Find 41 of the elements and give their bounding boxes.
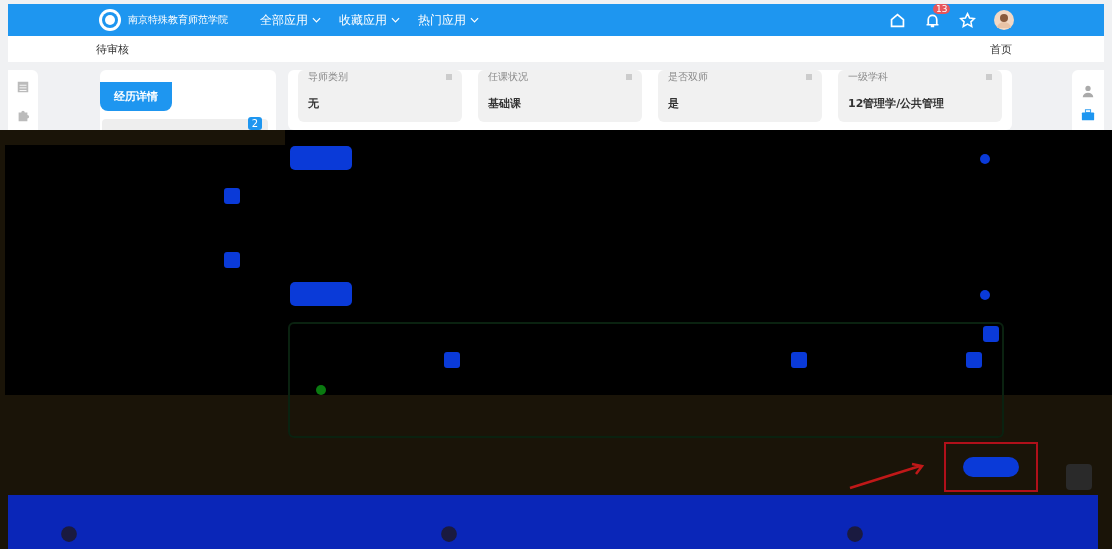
submit-button[interactable] — [963, 457, 1019, 477]
dot-icon — [980, 290, 990, 300]
field-value: 12管理学/公共管理 — [848, 96, 946, 111]
avatar-icon[interactable] — [994, 10, 1014, 30]
notification-badge: 13 — [933, 3, 951, 14]
nav-menu[interactable]: 全部应用 — [260, 11, 321, 29]
caret-icon — [391, 17, 400, 23]
dot-icon — [980, 154, 990, 164]
edit-icon[interactable] — [224, 252, 240, 268]
home-icon[interactable] — [889, 11, 906, 29]
count-badge: 2 — [247, 117, 262, 130]
home-link[interactable]: 首页 — [990, 41, 1012, 57]
edit-icon[interactable] — [983, 326, 999, 342]
scroll-top-button[interactable] — [1066, 464, 1092, 490]
school-logo-icon — [98, 8, 122, 32]
field-value: 无 — [308, 96, 320, 111]
edit-icon[interactable] — [224, 188, 240, 204]
field-label: 任课状况 — [488, 70, 528, 84]
puzzle-icon[interactable] — [16, 108, 30, 122]
caret-icon — [312, 17, 321, 23]
page-title: 待审核 — [96, 41, 129, 57]
nav-menu[interactable]: 热门应用 — [418, 11, 479, 29]
user-icon[interactable] — [1081, 84, 1095, 98]
edit-icon[interactable] — [966, 352, 982, 368]
nav-menu[interactable]: 收藏应用 — [339, 11, 400, 29]
field-label: 是否双师 — [668, 70, 708, 84]
detail-tab[interactable]: 经历详情 — [100, 82, 172, 111]
star-icon[interactable] — [959, 11, 976, 29]
caret-icon — [470, 17, 479, 23]
dim-button[interactable] — [290, 282, 352, 306]
field-label: 一级学科 — [848, 70, 888, 84]
dim-button[interactable] — [290, 146, 352, 170]
edit-icon[interactable] — [444, 352, 460, 368]
briefcase-icon[interactable] — [1081, 108, 1095, 122]
edit-icon[interactable] — [791, 352, 807, 368]
school-name: 南京特殊教育师范学院 — [128, 13, 228, 27]
list-icon[interactable] — [16, 80, 30, 94]
dot-icon — [316, 385, 326, 395]
field-value: 是 — [668, 96, 680, 111]
field-value: 基础课 — [488, 96, 522, 111]
field-label: 导师类别 — [308, 70, 348, 84]
